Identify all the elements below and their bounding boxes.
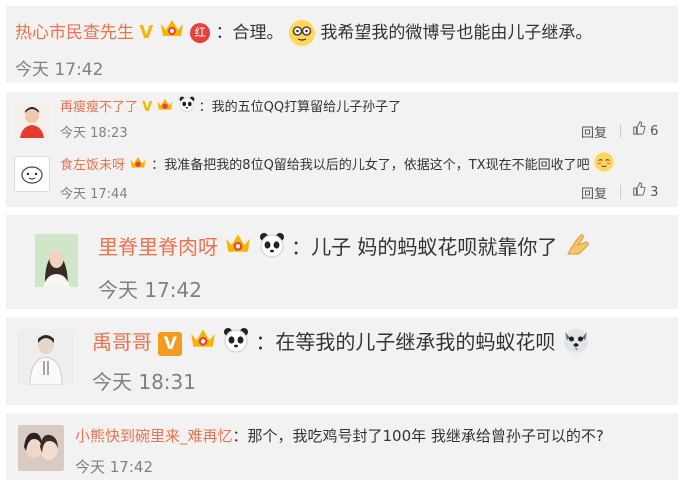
panda-icon [179,96,195,119]
nerd-glasses-emoji [288,20,315,46]
reply-button[interactable]: 回复 [581,183,607,202]
crown-icon [159,16,185,45]
comment-text: ：在等我的儿子继承我的蚂蚁花呗 [255,330,556,354]
comment-text: ：那个，我吃鸡号封了100年 我继承给曾孙子可以的不? [232,427,604,445]
avatar[interactable] [18,329,74,385]
reply-text: ：我的五位QQ打算留给儿子孙子了 [198,100,402,115]
comment-text: ：儿子 妈的蚂蚁花呗就靠你了 [291,235,558,259]
v-badge-icon: V [158,332,183,356]
v-badge-icon: V [139,22,154,43]
reply-text: ：我准备把我的8位Q留给我以后的儿女了，依据这个，TX现在不能回收了吧 [151,158,590,173]
comment-line: 热心市民查先生 V 红 ：合理。 我希望我的微博号也能由儿子继承。 [15,16,592,46]
comment-time: 今天 17:42 [15,60,104,80]
thumbs-up-icon [632,121,646,139]
divider [620,124,621,138]
avatar[interactable] [14,102,50,138]
reply-time: 今天 17:44 [60,187,128,202]
avatar[interactable] [18,425,64,471]
comment-card-1: 热心市民查先生 V 红 ：合理。 我希望我的微博号也能由儿子继承。 今天 17:… [6,6,678,83]
commenter-name[interactable]: 里脊里脊肉呀 [98,235,218,259]
comment-time: 今天 18:31 [92,370,196,394]
dog-face-emoji [562,326,590,362]
panda-icon [223,327,249,361]
like-count: 3 [650,185,659,200]
commenter-name[interactable]: 食左饭未呀 [60,158,125,173]
like-button[interactable]: 6 [632,121,658,139]
commenter-name[interactable]: 禹哥哥 [92,330,152,354]
reply-button[interactable]: 回复 [581,122,607,141]
comment-card-4: 禹哥哥 V ：在等我的儿子继承我的蚂蚁花呗 今天 18:31 [6,317,678,405]
crown-icon [156,96,174,118]
thumbs-up-icon [632,182,646,200]
avatar[interactable] [35,234,78,287]
red-badge-icon: 红 [190,23,211,43]
reply-line: 再瘦瘦不了了 V ：我的五位QQ打算留给儿子孙子了 [60,96,401,119]
commenter-name[interactable]: 小熊快到碗里来_难再忆 [75,427,233,445]
comment-line: 小熊快到碗里来_难再忆：那个，我吃鸡号封了100年 我继承给曾孙子可以的不? [75,425,604,447]
shy-smile-emoji [594,152,614,179]
commenter-name[interactable]: 热心市民查先生 [15,23,134,43]
comment-text-pre: ：合理。 [215,23,284,43]
reply-line: 食左饭未呀 ：我准备把我的8位Q留给我以后的儿女了，依据这个，TX现在不能回收了… [60,152,614,179]
comment-card-3: 里脊里脊肉呀 ：儿子 妈的蚂蚁花呗就靠你了 今天 17:42 [6,215,678,309]
crown-icon [129,154,147,176]
like-button[interactable]: 3 [632,182,658,200]
comment-line: 禹哥哥 V ：在等我的儿子继承我的蚂蚁花呗 [92,325,590,362]
comment-card-5: 小熊快到碗里来_难再忆：那个，我吃鸡号封了100年 我继承给曾孙子可以的不? 今… [6,413,678,480]
crown-icon [224,230,252,261]
commenter-name[interactable]: 再瘦瘦不了了 [60,100,138,115]
avatar[interactable] [14,156,50,192]
divider [620,185,621,199]
reply-list-card: 再瘦瘦不了了 V ：我的五位QQ打算留给儿子孙子了 今天 18:23 回复 6 … [6,92,678,207]
praying-hands-emoji [564,232,592,265]
crown-icon [189,325,217,357]
v-badge-icon: V [142,100,153,115]
comment-line: 里脊里脊肉呀 ：儿子 妈的蚂蚁花呗就靠你了 [98,230,592,265]
comment-time: 今天 17:42 [75,458,153,476]
like-count: 6 [650,124,659,139]
panda-icon [259,232,285,265]
comment-text-post: 我希望我的微博号也能由儿子继承。 [320,23,593,43]
reply-time: 今天 18:23 [60,126,128,141]
comment-time: 今天 17:42 [98,278,202,302]
